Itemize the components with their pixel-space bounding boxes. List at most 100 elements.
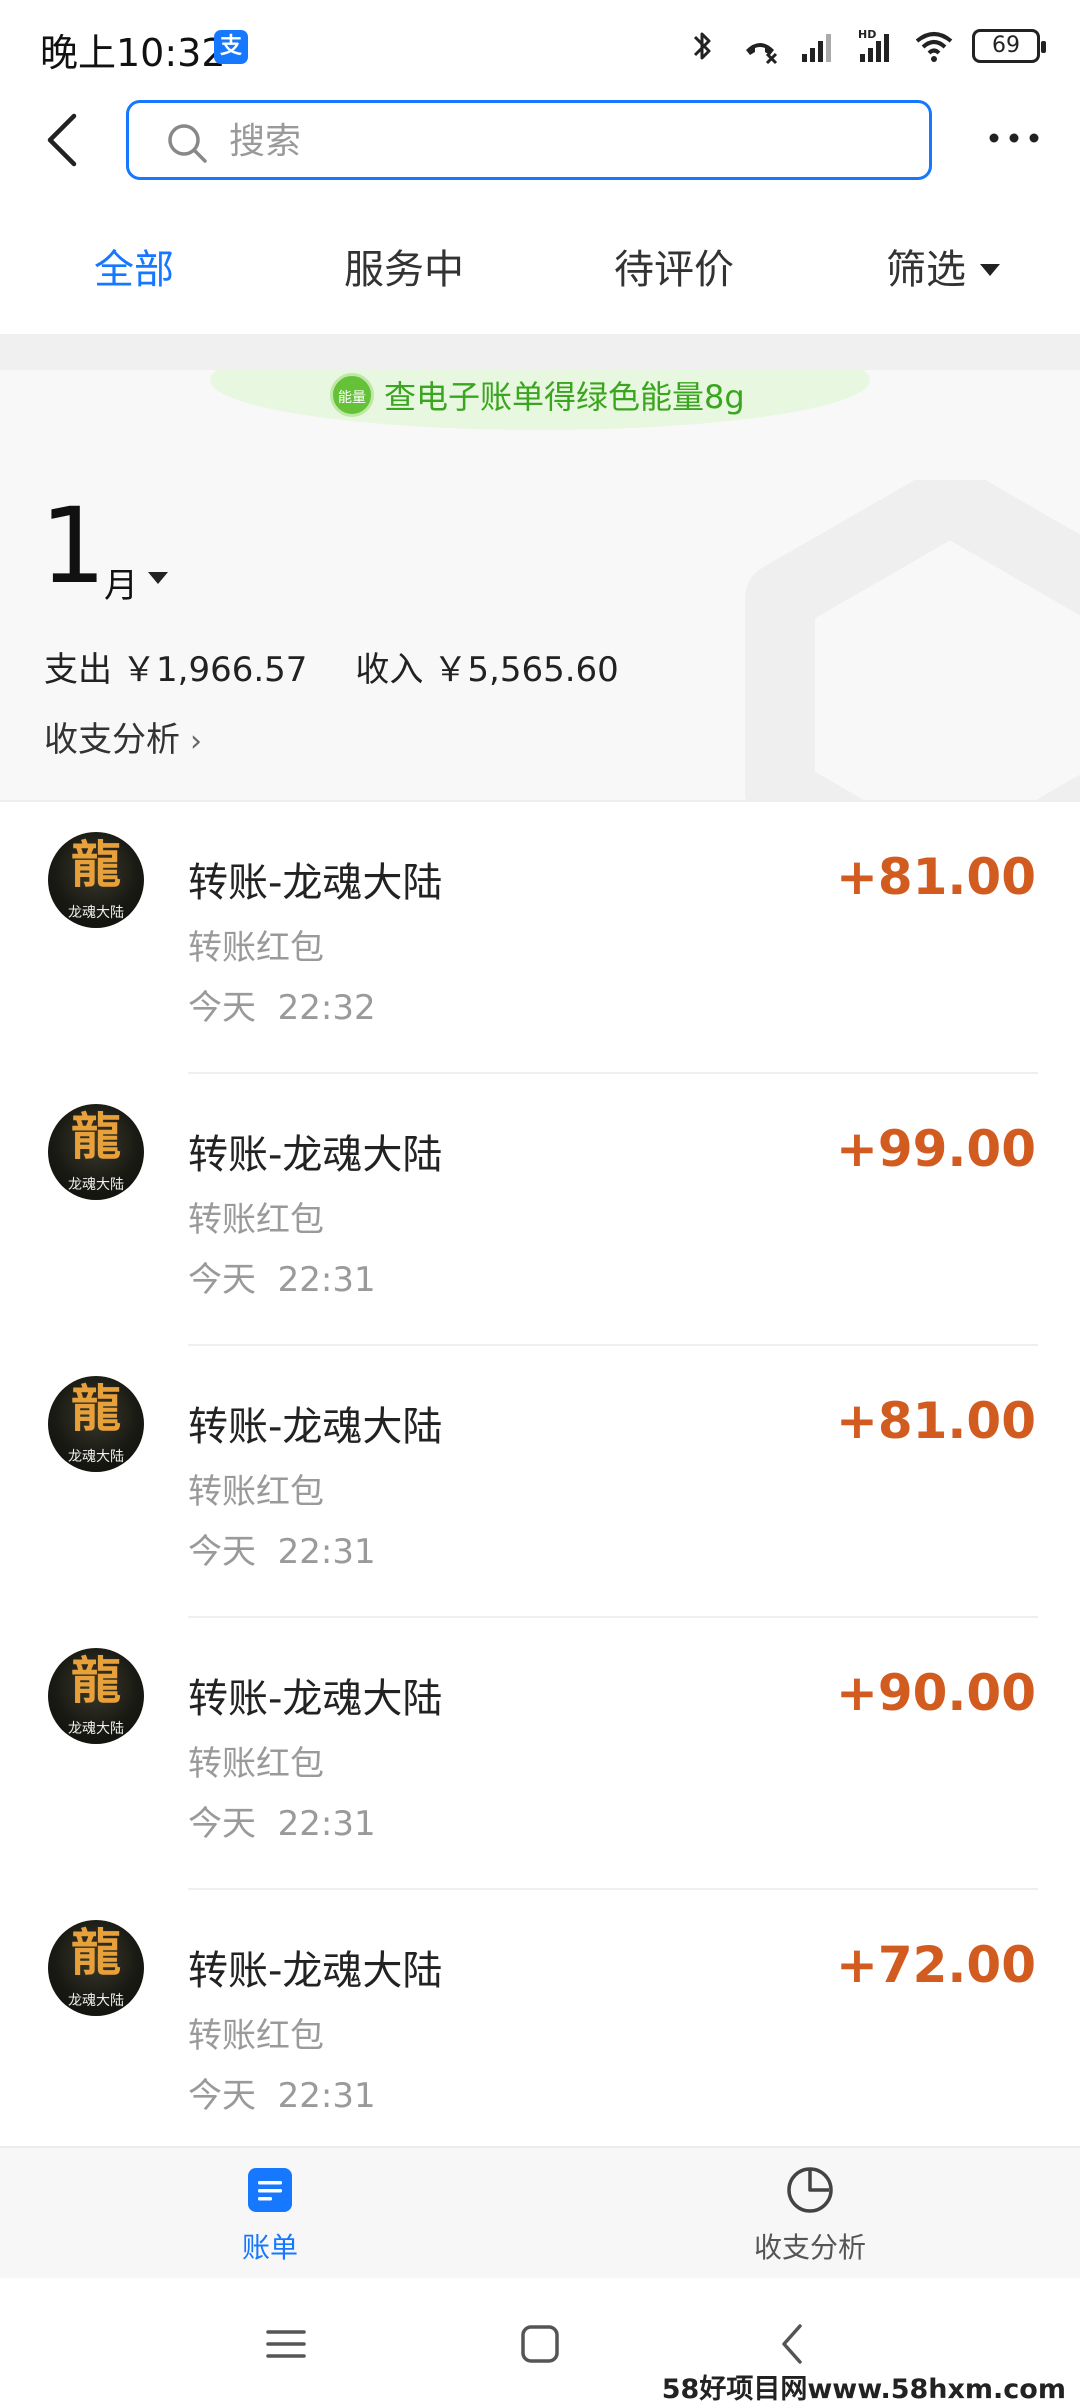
- transaction-category: 转账红包: [188, 2016, 324, 2056]
- chevron-right-icon: ›: [190, 724, 202, 759]
- status-bar: 晚上10:32 支 HD 69: [0, 0, 1080, 96]
- avatar-logo-glyph: 龍: [71, 1380, 121, 1438]
- transaction-clock: 22:31: [277, 2076, 376, 2116]
- tab-pending-review[interactable]: 待评价: [614, 230, 734, 310]
- transaction-day: 今天: [188, 988, 256, 1028]
- home-icon[interactable]: [516, 2320, 564, 2368]
- transaction-row[interactable]: 龍 龙魂大陆 转账-龙魂大陆 转账红包 今天 22:32 +81.00: [0, 802, 1080, 1074]
- section-separator: [0, 334, 1080, 370]
- alipay-app-icon: 支: [214, 30, 248, 64]
- caret-down-icon: [980, 264, 1000, 276]
- bill-icon: [248, 2168, 292, 2212]
- transaction-clock: 22:32: [277, 988, 376, 1028]
- transaction-title: 转账-龙魂大陆: [188, 860, 443, 906]
- bottom-tab-bar: 账单 收支分析: [0, 2146, 1080, 2278]
- wifi-icon: [915, 32, 953, 62]
- transaction-day: 今天: [188, 1532, 256, 1572]
- more-options-icon[interactable]: [986, 126, 1042, 150]
- search-input[interactable]: [229, 113, 909, 169]
- svg-text:HD: HD: [858, 28, 876, 41]
- transaction-title: 转账-龙魂大陆: [188, 1676, 443, 1722]
- transaction-amount: +90.00: [835, 1664, 1036, 1722]
- bottom-tab-analysis-label: 收支分析: [753, 2231, 866, 2264]
- month-summary: 能量 查电子账单得绿色能量8g 1 月 支出 ￥1,966.57 收入 ￥5,565.…: [0, 370, 1080, 800]
- transaction-clock: 22:31: [277, 1260, 376, 1300]
- transaction-category: 转账红包: [188, 928, 324, 968]
- call-muted-icon: [746, 43, 778, 65]
- pie-chart-icon: [787, 2167, 833, 2213]
- transaction-time: 今天 22:31: [188, 2068, 376, 2117]
- merchant-avatar: 龍 龙魂大陆: [48, 1920, 144, 2016]
- filter-tabs: 全部 服务中 待评价 筛选: [0, 230, 1080, 310]
- bottom-tab-bill-label: 账单: [241, 2231, 298, 2264]
- tab-filter-label: 筛选: [886, 247, 966, 293]
- decorative-hexagon-icon: [745, 480, 1080, 800]
- tab-filter[interactable]: 筛选: [886, 230, 1000, 310]
- transaction-time: 今天 22:31: [188, 1796, 376, 1845]
- transaction-category: 转账红包: [188, 1472, 324, 1512]
- tab-in-service[interactable]: 服务中: [344, 230, 464, 310]
- transaction-day: 今天: [188, 1804, 256, 1844]
- month-dropdown-icon[interactable]: [148, 572, 168, 584]
- merchant-avatar: 龍 龙魂大陆: [48, 832, 144, 928]
- nav-bar: [0, 96, 1080, 186]
- avatar-logo-label: 龙魂大陆: [68, 905, 124, 921]
- transaction-clock: 22:31: [277, 1532, 376, 1572]
- transaction-amount: +99.00: [835, 1120, 1036, 1178]
- transaction-day: 今天: [188, 1260, 256, 1300]
- energy-banner[interactable]: 能量 查电子账单得绿色能量8g: [330, 370, 745, 420]
- search-icon: [168, 124, 207, 163]
- analysis-link-label: 收支分析: [44, 720, 180, 760]
- tab-all[interactable]: 全部: [94, 230, 174, 310]
- transaction-row[interactable]: 龍 龙魂大陆 转账-龙魂大陆 转账红包 今天 22:31 +99.00: [0, 1074, 1080, 1346]
- merchant-avatar: 龍 龙魂大陆: [48, 1104, 144, 1200]
- battery-icon: 69: [972, 29, 1046, 63]
- avatar-logo-glyph: 龍: [71, 1652, 121, 1710]
- signal-icon: [802, 34, 831, 62]
- status-time: 晚上10:32: [40, 31, 226, 75]
- transaction-time: 今天 22:31: [188, 1252, 376, 1301]
- merchant-avatar: 龍 龙魂大陆: [48, 1648, 144, 1744]
- transaction-category: 转账红包: [188, 1200, 324, 1240]
- income-value: ￥5,565.60: [433, 650, 619, 690]
- transaction-title: 转账-龙魂大陆: [188, 1404, 443, 1450]
- avatar-logo-glyph: 龍: [71, 1924, 121, 1982]
- transaction-amount: +81.00: [835, 848, 1036, 906]
- avatar-logo-glyph: 龍: [71, 1108, 121, 1166]
- energy-badge: 能量: [330, 373, 374, 417]
- recent-apps-icon[interactable]: [262, 2320, 310, 2368]
- transaction-title: 转账-龙魂大陆: [188, 1948, 443, 1994]
- transaction-list: 龍 龙魂大陆 转账-龙魂大陆 转账红包 今天 22:32 +81.00 龍 龙魂…: [0, 802, 1080, 2162]
- transaction-row[interactable]: 龍 龙魂大陆 转账-龙魂大陆 转账红包 今天 22:31 +81.00: [0, 1346, 1080, 1618]
- transaction-day: 今天: [188, 2076, 256, 2116]
- avatar-logo-label: 龙魂大陆: [68, 1721, 124, 1737]
- analysis-link[interactable]: 收支分析 ›: [44, 712, 202, 761]
- avatar-logo-label: 龙魂大陆: [68, 1449, 124, 1465]
- bottom-tab-analysis[interactable]: 收支分析: [730, 2164, 890, 2274]
- transaction-clock: 22:31: [277, 1804, 376, 1844]
- month-unit[interactable]: 月: [104, 558, 138, 607]
- transaction-title: 转账-龙魂大陆: [188, 1132, 443, 1178]
- avatar-logo-label: 龙魂大陆: [68, 1993, 124, 2009]
- transaction-row[interactable]: 龍 龙魂大陆 转账-龙魂大陆 转账红包 今天 22:31 +72.00: [0, 1890, 1080, 2162]
- merchant-avatar: 龍 龙魂大陆: [48, 1376, 144, 1472]
- search-box[interactable]: [126, 100, 932, 180]
- expense-label: 支出: [44, 650, 112, 690]
- transaction-amount: +81.00: [835, 1392, 1036, 1450]
- expense-income-stats: 支出 ￥1,966.57 收入 ￥5,565.60: [44, 642, 629, 691]
- watermark: 58好项目网www.58hxm.com: [655, 2367, 1072, 2406]
- month-number[interactable]: 1: [40, 494, 106, 598]
- back-arrow-icon[interactable]: [40, 110, 90, 170]
- transaction-time: 今天 22:32: [188, 980, 376, 1029]
- transaction-amount: +72.00: [835, 1936, 1036, 1994]
- transaction-time: 今天 22:31: [188, 1524, 376, 1573]
- energy-banner-text: 查电子账单得绿色能量8g: [384, 378, 745, 416]
- transaction-row[interactable]: 龍 龙魂大陆 转账-龙魂大陆 转账红包 今天 22:31 +90.00: [0, 1618, 1080, 1890]
- avatar-logo-glyph: 龍: [71, 836, 121, 894]
- transaction-category: 转账红包: [188, 1744, 324, 1784]
- income-label: 收入: [355, 650, 424, 690]
- bottom-tab-bill[interactable]: 账单: [190, 2164, 350, 2274]
- system-back-icon[interactable]: [770, 2320, 818, 2368]
- status-icons: HD 69: [682, 26, 1046, 66]
- bluetooth-icon: [693, 32, 711, 60]
